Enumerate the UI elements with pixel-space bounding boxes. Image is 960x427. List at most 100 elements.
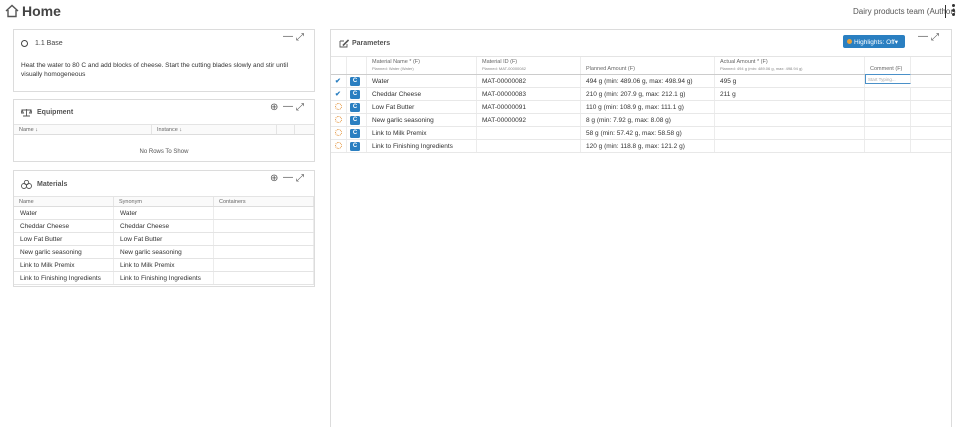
team-label[interactable]: Dairy products team (Author) <box>853 7 956 16</box>
action-cell: C <box>347 88 367 100</box>
column-header-planned-amount[interactable]: Planned Amount (F) <box>581 57 715 74</box>
cell-actual-amount[interactable] <box>715 114 865 126</box>
cell-synonym: Low Fat Butter <box>114 233 214 245</box>
cell-material-name: Cheddar Cheese <box>367 88 477 100</box>
cell-name: Link to Milk Premix <box>14 259 114 271</box>
table-row[interactable]: New garlic seasoning New garlic seasoning <box>14 246 314 259</box>
column-header-name[interactable]: Name <box>14 197 114 206</box>
equipment-panel: Equipment ⊕ — ⤢ Name ↓ Instance ↓ No Row… <box>13 99 315 162</box>
base-panel: 1.1 Base — ⤢ Heat the water to 80 C and … <box>13 29 315 92</box>
cell-comment[interactable] <box>865 101 911 113</box>
edit-icon <box>339 39 349 48</box>
cell-containers <box>214 259 314 271</box>
cell-actual-amount[interactable] <box>715 101 865 113</box>
edit-entry-icon[interactable]: C <box>350 129 360 138</box>
add-icon[interactable]: ⊕ <box>270 174 278 184</box>
scale-icon <box>21 108 32 117</box>
cell-actual-amount[interactable] <box>715 140 865 152</box>
cell-name: Water <box>14 207 114 219</box>
column-header-synonym[interactable]: Synonym <box>114 197 214 206</box>
cell-actual-amount[interactable]: 211 g <box>715 88 865 100</box>
cell-name: Link to Finishing Ingredients <box>14 272 114 284</box>
expand-icon[interactable]: ⤢ <box>931 33 939 43</box>
edit-entry-icon[interactable]: C <box>350 142 360 151</box>
table-row[interactable]: Cheddar Cheese Cheddar Cheese <box>14 220 314 233</box>
panel-title: Equipment <box>37 109 74 116</box>
materials-panel: Materials ⊕ — ⤢ Name Synonym Containers … <box>13 170 315 287</box>
status-cell <box>331 101 347 113</box>
grid-header: Name Synonym Containers <box>14 197 314 207</box>
column-header-comment[interactable]: Comment (F) <box>865 57 911 74</box>
cell-material-name: Water <box>367 75 477 87</box>
edit-entry-icon[interactable]: C <box>350 103 360 112</box>
action-cell: C <box>347 101 367 113</box>
column-header-name[interactable]: Name ↓ <box>14 125 152 134</box>
table-row[interactable]: Link to Finishing Ingredients Link to Fin… <box>14 272 314 285</box>
cell-containers <box>214 207 314 219</box>
pending-spinner-icon <box>335 116 342 123</box>
cell-containers <box>214 246 314 258</box>
edit-entry-icon[interactable]: C <box>350 77 360 86</box>
table-row[interactable]: Water Water <box>14 207 314 220</box>
cell-material-id: MAT-00000091 <box>477 101 581 113</box>
step-status-icon <box>21 40 28 47</box>
status-cell <box>331 114 347 126</box>
header-label: Material Name * (F) <box>372 59 420 65</box>
table-row[interactable]: C Link to Milk Premix 58 g (min: 57.42 g, … <box>331 127 951 140</box>
edit-entry-icon[interactable]: C <box>350 116 360 125</box>
table-row[interactable]: C Low Fat Butter MAT-00000091 110 g (min: 1… <box>331 101 951 114</box>
cell-planned-amount: 120 g (min: 118.8 g, max: 121.2 g) <box>581 140 715 152</box>
cell-comment[interactable] <box>865 140 911 152</box>
pending-spinner-icon <box>335 129 342 136</box>
panel-title: Parameters <box>352 40 391 47</box>
expand-icon[interactable]: ⤢ <box>296 33 304 43</box>
edit-entry-icon[interactable]: C <box>350 90 360 99</box>
cell-actual-amount[interactable] <box>715 127 865 139</box>
cell-comment[interactable] <box>865 88 911 100</box>
cell-name: Cheddar Cheese <box>14 220 114 232</box>
cell-planned-amount: 210 g (min: 207.9 g, max: 212.1 g) <box>581 88 715 100</box>
column-header-instance[interactable]: Instance ↓ <box>152 125 277 134</box>
table-row[interactable]: Low Fat Butter Low Fat Butter <box>14 233 314 246</box>
minimize-icon[interactable]: — <box>918 32 928 42</box>
header-sublabel: Planned: Water (Water) <box>372 65 414 71</box>
more-menu-icon[interactable] <box>952 4 956 18</box>
highlights-button[interactable]: Highlights: Off▾ <box>843 35 905 48</box>
parameters-grid: Material Name * (F) Planned: Water (Water… <box>331 56 951 153</box>
header-label: Planned Amount (F) <box>586 65 635 72</box>
column-header-material-name[interactable]: Material Name * (F) Planned: Water (Water… <box>367 57 477 74</box>
table-row[interactable]: C New garlic seasoning MAT-00000092 8 g (mi… <box>331 114 951 127</box>
cell-containers <box>214 220 314 232</box>
minimize-icon[interactable]: — <box>283 102 293 112</box>
comment-input[interactable]: Start Typing... <box>865 74 911 84</box>
cell-synonym: Link to Milk Premix <box>114 259 214 271</box>
cell-containers <box>214 233 314 245</box>
cell-comment[interactable] <box>865 127 911 139</box>
header-sublabel: Planned: 494 g (min: 489.06 g, max: 498.… <box>720 65 803 71</box>
cell-containers <box>214 272 314 284</box>
minimize-icon[interactable]: — <box>283 173 293 183</box>
expand-icon[interactable]: ⤢ <box>296 174 304 184</box>
column-header-containers[interactable]: Containers <box>214 197 314 206</box>
add-icon[interactable]: ⊕ <box>270 103 278 113</box>
cell-name: New garlic seasoning <box>14 246 114 258</box>
table-row[interactable]: ✔ C Cheddar Cheese MAT-00000083 210 g (min: … <box>331 88 951 101</box>
table-row[interactable]: ✔ C Water MAT-00000082 494 g (min: 489.06 g,… <box>331 74 951 88</box>
header-sublabel: Planned: MAT-00000082 <box>482 65 526 71</box>
checkmark-icon: ✔ <box>335 91 341 98</box>
column-header-actual-amount[interactable]: Actual Amount * (F) Planned: 494 g (min: … <box>715 57 865 74</box>
table-row[interactable]: C Link to Finishing Ingredients 120 g (min… <box>331 140 951 153</box>
step-instruction: Heat the water to 80 C and add blocks of… <box>21 62 289 78</box>
header-label: Comment (F) <box>870 65 903 72</box>
table-row[interactable]: Link to Milk Premix Link to Milk Premix <box>14 259 314 272</box>
home-icon[interactable] <box>5 4 19 18</box>
cell-actual-amount[interactable]: 495 g <box>715 75 865 87</box>
expand-icon[interactable]: ⤢ <box>296 103 304 113</box>
cell-comment[interactable] <box>865 114 911 126</box>
cell-planned-amount: 494 g (min: 489.06 g, max: 498.94 g) <box>581 75 715 87</box>
minimize-icon[interactable]: — <box>283 32 293 42</box>
cell-name: Low Fat Butter <box>14 233 114 245</box>
cell-material-id: MAT-00000082 <box>477 75 581 87</box>
highlights-label: Highlights: Off▾ <box>854 39 898 46</box>
column-header-material-id[interactable]: Material ID (F) Planned: MAT-00000082 <box>477 57 581 74</box>
